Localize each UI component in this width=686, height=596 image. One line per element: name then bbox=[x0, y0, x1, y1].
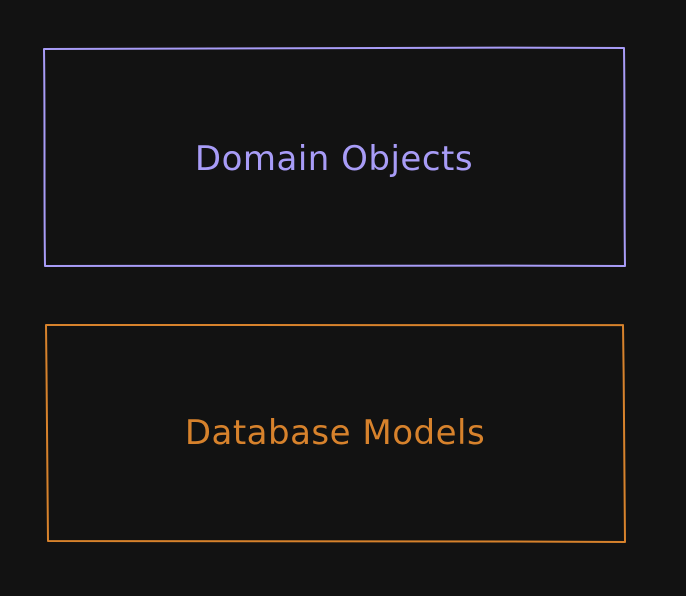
database-models-label: Database Models bbox=[185, 413, 485, 453]
domain-objects-label: Domain Objects bbox=[195, 139, 473, 179]
database-models-box[interactable]: Database Models bbox=[45, 324, 626, 543]
diagram-canvas: Domain Objects Database Models bbox=[43, 46, 626, 543]
domain-objects-box[interactable]: Domain Objects bbox=[43, 46, 626, 267]
